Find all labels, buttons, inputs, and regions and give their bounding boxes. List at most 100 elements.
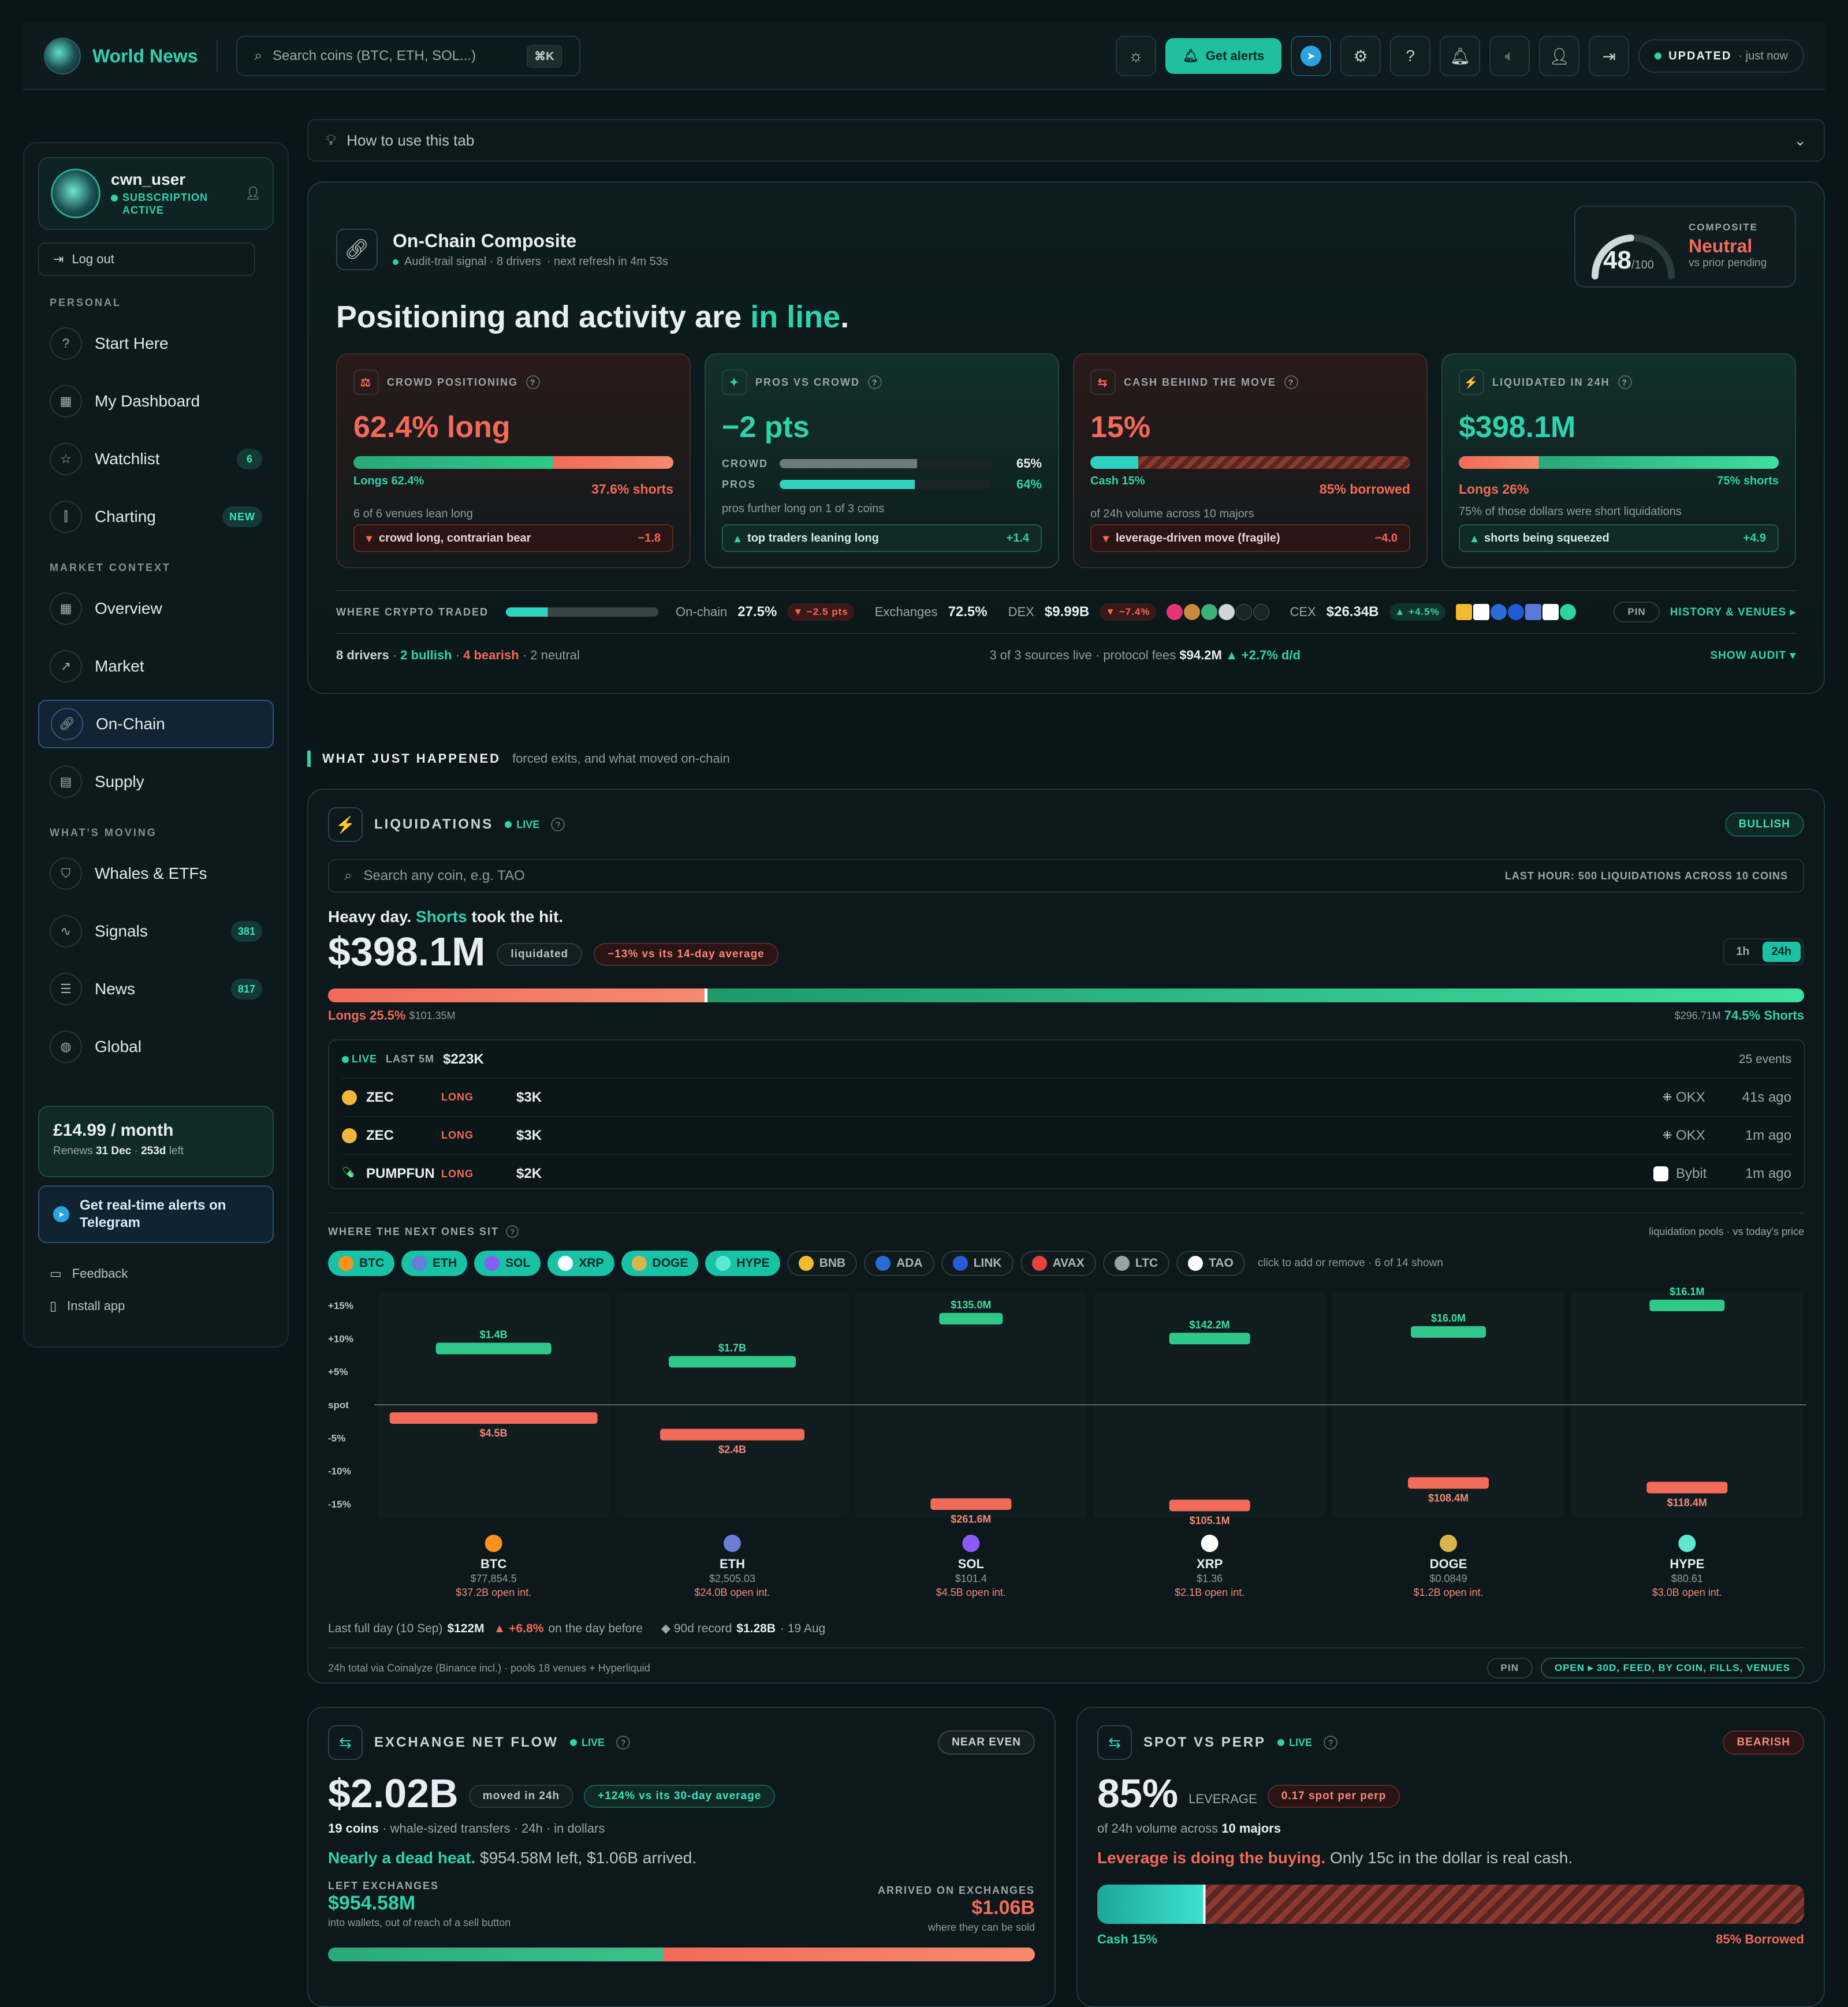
get-alerts-button[interactable]: 🔔︎ Get alerts xyxy=(1165,38,1282,74)
search-placeholder: Search coins (BTC, ETH, SOL...) xyxy=(273,48,476,64)
feed-live: LIVE xyxy=(352,1053,378,1065)
telegram-icon[interactable]: ➤ xyxy=(1291,36,1332,76)
coin-chip-sol[interactable]: SOL xyxy=(474,1251,541,1276)
sidebar-item-start-here[interactable]: ? Start Here xyxy=(38,319,274,368)
sidebar-item-overview[interactable]: ▦ Overview xyxy=(38,584,274,633)
renewal-info: Renews 31 Dec · 253d left xyxy=(53,1145,259,1158)
liquidated-24h-card[interactable]: ⚡ LIQUIDATED IN 24H? $398.1M Longs 26% 75… xyxy=(1441,353,1796,568)
theme-toggle-icon[interactable]: ☼ xyxy=(1115,36,1156,76)
feedback-link[interactable]: ▭ Feedback xyxy=(38,1266,274,1281)
bnb-coin-icon xyxy=(798,1256,814,1271)
signal-chip[interactable]: ▴ top traders leaning long +1.4 xyxy=(722,524,1042,552)
crowd-positioning-card[interactable]: ⚖ CROWD POSITIONING? 62.4% long Longs 62.… xyxy=(336,353,691,568)
telegram-icon: ➤ xyxy=(53,1206,69,1222)
sidebar-item-market[interactable]: ↗ Market xyxy=(38,642,274,691)
subscription-card[interactable]: £14.99 / month Renews 31 Dec · 253d left xyxy=(38,1106,274,1177)
info-icon[interactable]: ? xyxy=(506,1225,519,1238)
open-details-button[interactable]: OPEN ▸ 30D, FEED, BY COIN, FILLS, VENUES xyxy=(1540,1658,1804,1678)
vs-average-tag: −13% vs its 14-day average xyxy=(594,943,778,966)
coin-chip-link[interactable]: LINK xyxy=(941,1251,1014,1276)
liquidations-card: ⚡ LIQUIDATIONS LIVE ? BULLISH ⌕ Search a… xyxy=(307,789,1825,1684)
card-note: of 24h volume across 10 majors xyxy=(1090,508,1254,520)
cash-label: Cash 15% xyxy=(1090,475,1145,487)
sidebar-item-supply[interactable]: ▤ Supply xyxy=(38,758,274,806)
record-date: · 19 Aug xyxy=(780,1621,826,1635)
sidebar-item-news[interactable]: ☰ News 817 xyxy=(38,965,274,1013)
show-audit-link[interactable]: SHOW AUDIT ▾ xyxy=(1710,649,1796,662)
sidebar-item-on-chain[interactable]: 🔗︎ On-Chain xyxy=(38,700,274,748)
logout-button[interactable]: ⇥ Log out xyxy=(38,243,255,276)
info-icon[interactable]: ? xyxy=(616,1736,631,1749)
coin-chip-doge[interactable]: DOGE xyxy=(621,1251,699,1276)
coin-chip-tao[interactable]: TAO xyxy=(1176,1251,1245,1276)
coin-chip-btc[interactable]: BTC xyxy=(328,1251,395,1276)
sidebar-item-global[interactable]: ◍ Global xyxy=(38,1023,274,1071)
status-dot-icon xyxy=(111,195,118,202)
coin-chip-avax[interactable]: AVAX xyxy=(1020,1251,1096,1276)
telegram-alerts-button[interactable]: ➤ Get real-time alerts on Telegram xyxy=(38,1185,274,1243)
coin-chip-ada[interactable]: ADA xyxy=(864,1251,934,1276)
sidebar-item-label: Market xyxy=(95,657,144,675)
info-icon[interactable]: ? xyxy=(1324,1736,1338,1749)
search-input[interactable]: ⌕ Search coins (BTC, ETH, SOL...) ⌘K xyxy=(236,36,580,76)
feed-events: 25 events xyxy=(1738,1052,1791,1066)
renews-left: 253d xyxy=(141,1145,166,1157)
how-to-use-accordion[interactable]: 💡︎ How to use this tab ⌄ xyxy=(307,119,1825,162)
search-icon: ⌕ xyxy=(254,48,262,64)
get-alerts-label: Get alerts xyxy=(1205,49,1265,63)
coin-search-input[interactable]: ⌕ Search any coin, e.g. TAO LAST HOUR: 5… xyxy=(328,859,1804,893)
coin-chip-eth[interactable]: ETH xyxy=(401,1251,468,1276)
sidebar-item-charting[interactable]: ⫿ Charting NEW xyxy=(38,493,274,541)
settings-gear-icon[interactable]: ⚙ xyxy=(1340,36,1381,76)
profile-icon[interactable]: 👤︎ xyxy=(1539,36,1580,76)
telegram-label: Get real-time alerts on Telegram xyxy=(80,1198,226,1230)
notifications-bell-icon[interactable]: 🔔︎ xyxy=(1440,36,1481,76)
sidebar-item-label: Supply xyxy=(95,773,144,790)
logout-icon[interactable]: ⇥ xyxy=(1589,36,1630,76)
info-icon[interactable]: ? xyxy=(868,375,882,389)
info-icon[interactable]: ? xyxy=(1618,375,1632,389)
sound-muted-icon[interactable]: 🔈︎ xyxy=(1489,36,1530,76)
install-app-link[interactable]: ▯ Install app xyxy=(38,1299,274,1314)
range-24h-button[interactable]: 24h xyxy=(1762,941,1801,962)
last-day-change: ▲ +6.8% xyxy=(493,1621,544,1635)
info-icon[interactable]: ? xyxy=(526,375,540,389)
sidebar-item-signals[interactable]: ∿ Signals 381 xyxy=(38,907,274,956)
info-icon[interactable]: ? xyxy=(551,818,565,831)
card-value: $398.1M xyxy=(1459,411,1576,444)
table-row[interactable]: ZEC LONG $3K ⁜ OKX 1m ago xyxy=(342,1117,1791,1155)
pin-button[interactable]: PIN xyxy=(1486,1658,1533,1678)
live-dot-icon xyxy=(1655,53,1662,59)
table-row[interactable]: 💊︎ PUMPFUN LONG $2K Bybit 1m ago xyxy=(342,1155,1791,1193)
user-card[interactable]: cwn_user SUBSCRIPTION ACTIVE 👤︎ xyxy=(38,157,274,230)
composite-gauge[interactable]: 48/100 COMPOSITE Neutral vs prior pendin… xyxy=(1574,206,1796,288)
neutral-count: · 2 neutral xyxy=(522,648,580,662)
coin-chip-label: ETH xyxy=(433,1256,457,1270)
pin-button[interactable]: PIN xyxy=(1614,602,1660,622)
coin-chip-ltc[interactable]: LTC xyxy=(1102,1251,1170,1276)
sidebar-item-my-dashboard[interactable]: ▦ My Dashboard xyxy=(38,377,274,426)
sidebar-item-whales-etfs[interactable]: ⛉ Whales & ETFs xyxy=(38,849,274,898)
history-venues-link[interactable]: HISTORY & VENUES ▸ xyxy=(1670,606,1796,619)
sidebar-item-watchlist[interactable]: ☆ Watchlist 6 xyxy=(38,435,274,483)
feed-venue: OKX xyxy=(1676,1127,1705,1143)
info-icon[interactable]: ? xyxy=(1284,375,1299,389)
sol-coin-icon xyxy=(962,1535,980,1552)
help-icon[interactable]: ? xyxy=(1390,36,1431,76)
brand-name[interactable]: World News xyxy=(92,46,198,67)
signal-chip[interactable]: ▾ leverage-driven move (fragile) −4.0 xyxy=(1090,524,1410,552)
pros-vs-crowd-card[interactable]: ✦ PROS VS CROWD? −2 pts CROWD 65% PROS 64… xyxy=(705,353,1059,568)
search-placeholder: Search any coin, e.g. TAO xyxy=(363,868,525,883)
signal-chip[interactable]: ▾ crowd long, contrarian bear −1.8 xyxy=(353,524,673,552)
coin-chip-bnb[interactable]: BNB xyxy=(787,1251,858,1276)
up-arrow-icon: ▴ xyxy=(1471,532,1478,545)
coin-chip-hype[interactable]: HYPE xyxy=(705,1251,780,1276)
short-pool-bar xyxy=(669,1356,796,1368)
long-pool-bar xyxy=(660,1428,804,1441)
table-row[interactable]: ZEC LONG $3K ⁜ OKX 41s ago xyxy=(342,1079,1791,1117)
coin-chip-label: AVAX xyxy=(1052,1256,1085,1270)
cash-behind-move-card[interactable]: ⇆ CASH BEHIND THE MOVE? 15% Cash 15% 85% … xyxy=(1073,353,1428,568)
coin-chip-xrp[interactable]: XRP xyxy=(547,1251,614,1276)
range-1h-button[interactable]: 1h xyxy=(1727,942,1758,962)
signal-chip[interactable]: ▴ shorts being squeezed +4.9 xyxy=(1459,524,1779,552)
